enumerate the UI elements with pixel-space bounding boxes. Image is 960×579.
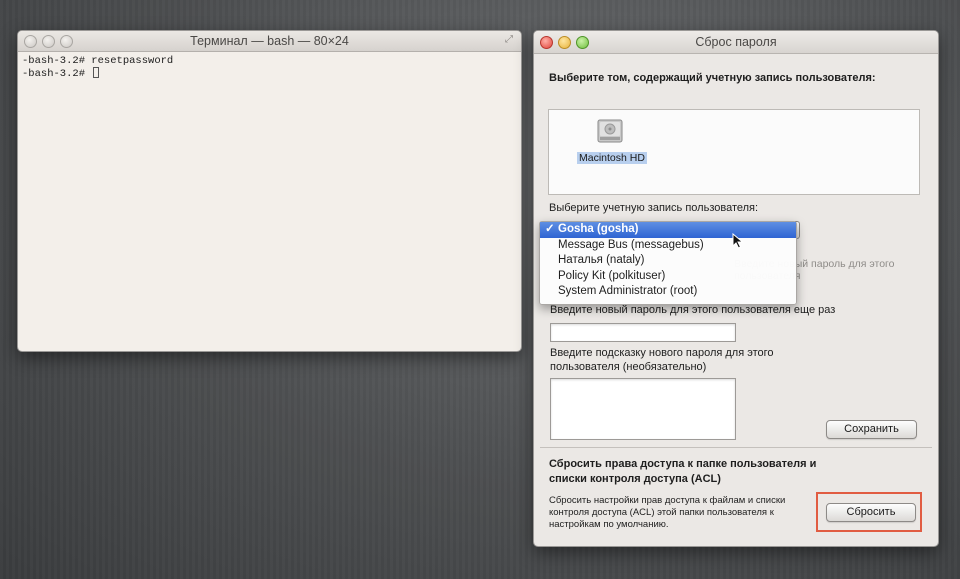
acl-desc-line2: контроля доступа (ACL) этой папки пользо… bbox=[549, 507, 774, 518]
volume-list[interactable]: Macintosh HD bbox=[548, 109, 920, 195]
hint-label-line1: Введите подсказку нового пароля для этог… bbox=[550, 347, 774, 359]
menu-item-gosha[interactable]: ✓ Gosha (gosha) bbox=[540, 222, 796, 238]
cursor-icon bbox=[93, 67, 100, 78]
reset-button-highlight bbox=[816, 492, 922, 532]
menu-item-messagebus[interactable]: Message Bus (messagebus) bbox=[540, 238, 796, 254]
hard-drive-icon[interactable] bbox=[594, 116, 626, 146]
terminal-title: Терминал — bash — 80×24 bbox=[190, 34, 349, 48]
select-user-label: Выберите учетную запись пользователя: bbox=[549, 202, 759, 214]
menu-item-polkituser[interactable]: Policy Kit (polkituser) bbox=[540, 269, 796, 285]
acl-title-line1: Сбросить права доступа к папке пользоват… bbox=[549, 458, 817, 470]
terminal-content[interactable]: -bash-3.2# resetpassword -bash-3.2# bbox=[18, 52, 521, 83]
reset-titlebar[interactable]: Сброс пароля bbox=[534, 31, 938, 54]
password-hint-field[interactable] bbox=[550, 378, 736, 440]
terminal-line-prompt: -bash-3.2# bbox=[22, 67, 517, 80]
terminal-line: -bash-3.2# resetpassword bbox=[22, 55, 174, 67]
divider bbox=[540, 447, 932, 448]
terminal-titlebar[interactable]: Терминал — bash — 80×24 ⤢ bbox=[18, 31, 521, 52]
mouse-pointer-icon bbox=[732, 233, 744, 249]
terminal-window[interactable]: Терминал — bash — 80×24 ⤢ -bash-3.2# res… bbox=[17, 30, 522, 352]
user-account-menu[interactable]: ✓ Gosha (gosha) Message Bus (messagebus)… bbox=[539, 221, 797, 305]
acl-desc-line1: Сбросить настройки прав доступа к файлам… bbox=[549, 495, 786, 506]
hint-label-line2: пользователя (необязательно) bbox=[550, 361, 707, 373]
menu-item-label: Message Bus (messagebus) bbox=[558, 238, 704, 251]
acl-title-line2: списки контроля доступа (ACL) bbox=[549, 473, 721, 485]
checkmark-icon: ✓ bbox=[545, 223, 555, 235]
menu-item-label: Наталья (nataly) bbox=[558, 254, 645, 266]
menu-item-label: System Administrator (root) bbox=[558, 285, 698, 297]
terminal-prompt: -bash-3.2# bbox=[22, 68, 92, 80]
reset-title: Сброс пароля bbox=[695, 35, 777, 49]
repeat-password-label: Введите новый пароль для этого пользоват… bbox=[550, 304, 836, 316]
repeat-password-field[interactable] bbox=[550, 323, 736, 342]
acl-desc-line3: настройкам по умолчанию. bbox=[549, 519, 669, 530]
menu-item-root[interactable]: System Administrator (root) bbox=[540, 284, 796, 300]
volume-name[interactable]: Macintosh HD bbox=[577, 152, 647, 164]
save-button[interactable]: Сохранить bbox=[826, 420, 917, 439]
fullscreen-icon[interactable]: ⤢ bbox=[505, 35, 515, 45]
menu-item-label: Gosha (gosha) bbox=[558, 223, 639, 235]
menu-item-label: Policy Kit (polkituser) bbox=[558, 269, 666, 282]
menu-item-nataly[interactable]: Наталья (nataly) bbox=[540, 253, 796, 269]
select-volume-label: Выберите том, содержащий учетную запись … bbox=[549, 72, 876, 84]
